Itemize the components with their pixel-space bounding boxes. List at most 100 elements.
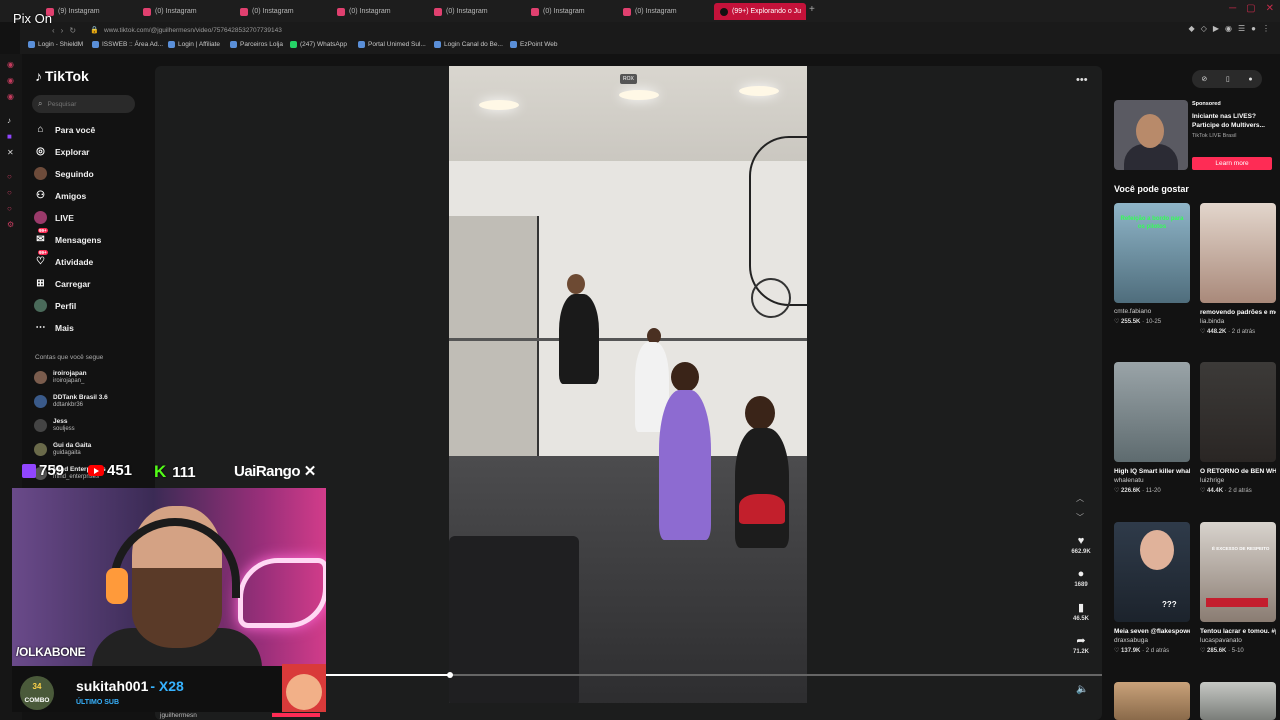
device-icon[interactable]: ▯ [1226, 75, 1230, 83]
video-player[interactable]: ROX [449, 66, 807, 703]
video-thumbnail [1200, 203, 1276, 303]
bookmark[interactable]: Parceiros Lolja [230, 41, 283, 48]
card-author: draxsabuga [1114, 637, 1148, 644]
lock-icon[interactable]: 🔒 [90, 26, 99, 34]
sidebar-icon[interactable]: ○ [7, 172, 12, 181]
like-button[interactable]: ♥ 662.9K [1066, 535, 1096, 555]
menu-icon[interactable]: ⋮ [1262, 24, 1270, 33]
nav-item-mensagens[interactable]: ✉ 99+ Mensagens [34, 228, 101, 246]
nav-item-mais[interactable]: ⋯ Mais [34, 321, 74, 334]
extension-icon[interactable]: ☰ [1238, 24, 1245, 33]
video-progress-bar[interactable] [326, 672, 1102, 678]
comment-button[interactable]: ● 1689 [1066, 568, 1096, 588]
tiktok-icon[interactable]: ♪ [7, 116, 11, 125]
address-bar: ‹›↻ 🔒 www.tiktok.com/@jguilhermesn/video… [20, 22, 1280, 38]
following-item[interactable]: iroirojapan iroirojapan_ [34, 370, 87, 385]
bookmarks-bar: Login - ShieldM ISSWEB :: Área Ad... Log… [20, 38, 1280, 54]
x-icon[interactable]: ✕ [7, 148, 14, 157]
nav-item-amigos[interactable]: ⚇ Amigos [34, 189, 86, 202]
share-button[interactable]: ➦ 71.2K [1066, 634, 1096, 655]
nav-item-perfil[interactable]: Perfil [34, 299, 76, 312]
viewer-counters: 759 451 K 111 UaiRango ✕ [22, 460, 342, 484]
maximize-icon[interactable]: ▢ [1246, 3, 1255, 14]
settings-icon[interactable]: ⚙ [7, 220, 14, 229]
tiktok-logo[interactable]: ♪ TikTok [35, 68, 89, 84]
search-box[interactable]: ⌕ [32, 95, 135, 113]
tab[interactable]: (0) Instagram [525, 3, 620, 20]
nav-item-carregar[interactable]: ⊞ Carregar [34, 277, 90, 290]
card-meta: ♡ 226.6K · 11-20 [1114, 488, 1161, 494]
following-item[interactable]: Gui da Gaita guidagaita [34, 442, 91, 457]
profile-icon[interactable]: ● [1251, 24, 1256, 33]
nav-item-atividade[interactable]: ♡ 99+ Atividade [34, 250, 93, 268]
home-icon: ⌂ [37, 124, 44, 135]
bookmark-icon [434, 41, 441, 48]
nav-item-para-voce[interactable]: ⌂ Para você [34, 123, 95, 136]
next-video-icon[interactable]: ﹀ [1076, 512, 1084, 523]
video-thumbnail [1206, 598, 1268, 607]
close-icon[interactable]: ✕ [1266, 3, 1274, 14]
video-thumbnail [1140, 530, 1174, 570]
compass-icon[interactable]: ⊘ [1201, 75, 1207, 83]
sidebar-icon[interactable]: ◉ [7, 60, 14, 69]
suggestion-card[interactable]: Refeição a bordo para os pilotos cmte.fa… [1114, 203, 1190, 325]
following-item[interactable]: DDTank Brasil 3.6 ddtankbr36 [34, 394, 108, 409]
extension-icon[interactable]: ◇ [1201, 24, 1207, 33]
sidebar-icon[interactable]: ○ [7, 188, 12, 197]
nav-item-live[interactable]: LIVE [34, 211, 74, 224]
tab[interactable]: (9) Instagram [40, 3, 135, 20]
tab[interactable]: (0) Instagram [137, 3, 232, 20]
bookmark[interactable]: EzPoint Web [510, 41, 557, 48]
bookmark[interactable]: (247) WhatsApp [290, 41, 347, 48]
nav-item-explorar[interactable]: ◎ Explorar [34, 145, 89, 158]
prev-video-icon[interactable]: ︿ [1076, 493, 1084, 504]
suggestion-card[interactable]: É EXCESSO DE RESPEITO Tentou lacrar e to… [1200, 522, 1276, 654]
bookmark-icon [358, 41, 365, 48]
tab[interactable]: (0) Instagram [428, 3, 523, 20]
card-author: lucaspavanato [1200, 637, 1242, 644]
url-field[interactable]: www.tiktok.com/@jguilhermesn/video/75764… [104, 27, 282, 34]
sidebar-icon[interactable]: ◉ [7, 76, 14, 85]
bookmark-icon [168, 41, 175, 48]
bookmark-button[interactable]: ▮ 46.5K [1066, 601, 1096, 622]
suggestion-card[interactable]: ??? Meia seven @flakespower000... draxsa… [1114, 522, 1190, 654]
nav-buttons-icon[interactable]: ‹›↻ [52, 26, 82, 35]
video-tag: ROX [620, 74, 637, 84]
more-options-icon[interactable]: ••• [1076, 74, 1088, 86]
bookmark[interactable]: Login - ShieldM [28, 41, 83, 48]
messages-icon: ✉ 99+ [36, 228, 48, 245]
bookmark[interactable]: Portal Unimed Sul... [358, 41, 426, 48]
tab-active[interactable]: (99+) Explorando o Ju [714, 3, 806, 20]
new-tab-button[interactable]: + [809, 4, 815, 15]
suggestion-card[interactable]: O RETORNO de BEN WHITTAKER!... luizhrige… [1200, 362, 1276, 494]
extension-icon[interactable]: ◆ [1189, 24, 1195, 33]
learn-more-button[interactable]: Learn more [1192, 157, 1272, 170]
video-thumbnail: ??? [1114, 522, 1190, 622]
avatar[interactable]: ● [1248, 76, 1252, 83]
extension-icon[interactable]: ◉ [1225, 24, 1232, 33]
sidebar-icon[interactable]: ◉ [7, 92, 14, 101]
following-item[interactable]: Jess souljess [34, 418, 75, 433]
search-input[interactable] [47, 100, 128, 108]
bookmark[interactable]: Login Canal do Be... [434, 41, 503, 48]
suggestion-card[interactable] [1200, 682, 1276, 720]
bookmark[interactable]: Login | Affiliate [168, 41, 220, 48]
suggestion-card[interactable]: High IQ Smart killer whales can... whale… [1114, 362, 1190, 494]
ad-title[interactable]: Iniciante nas LIVES? Participe do Multiv… [1192, 112, 1276, 130]
sidebar-icon[interactable]: ○ [7, 204, 12, 213]
follow-button[interactable] [272, 713, 320, 717]
tab[interactable]: (0) Instagram [331, 3, 426, 20]
tab[interactable]: (0) Instagram [234, 3, 329, 20]
minimize-icon[interactable]: ─ [1229, 3, 1236, 14]
bookmark[interactable]: ISSWEB :: Área Ad... [92, 41, 163, 48]
twitch-icon[interactable]: ■ [7, 132, 12, 141]
extension-icon[interactable]: ▶ [1213, 24, 1219, 33]
card-author: whalenatu [1114, 477, 1144, 484]
suggestion-card[interactable] [1114, 682, 1190, 720]
suggestion-card[interactable]: removendo padrões e moldando... lia.bind… [1200, 203, 1276, 335]
nav-item-seguindo[interactable]: Seguindo [34, 167, 94, 180]
tab[interactable]: (0) Instagram [617, 3, 712, 20]
sponsored-label: Sponsored [1192, 101, 1221, 107]
ad-thumbnail[interactable] [1114, 100, 1188, 170]
volume-icon[interactable]: 🔈 [1076, 684, 1088, 695]
